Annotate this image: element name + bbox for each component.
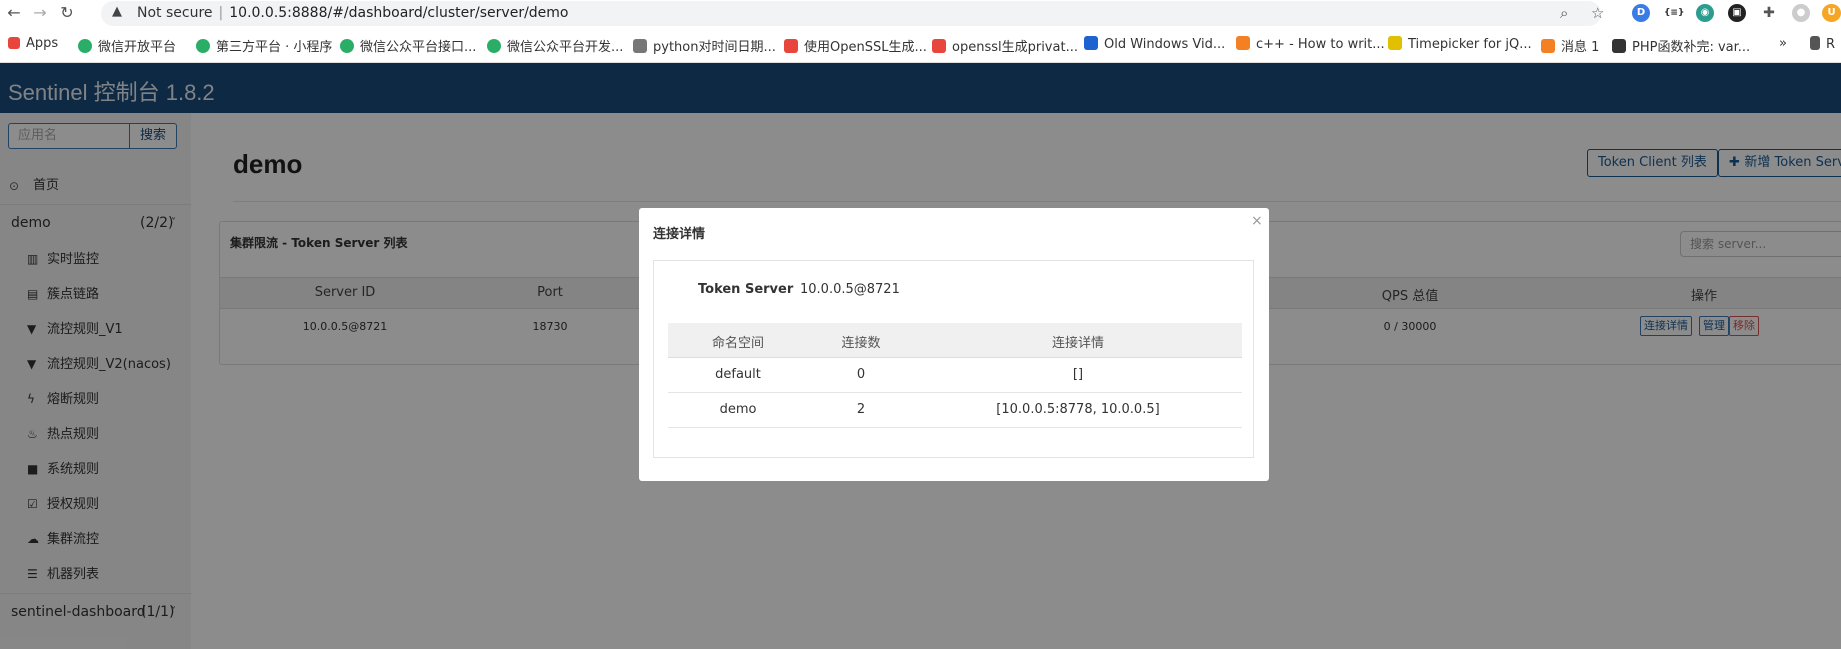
wechat-icon <box>196 39 210 53</box>
csdn-icon <box>784 39 798 53</box>
namespace-cell: demo <box>719 402 757 417</box>
message-icon <box>1541 39 1555 53</box>
python-doc-icon <box>633 39 647 53</box>
update-badge-icon[interactable]: U <box>1822 4 1841 22</box>
reading-list-item[interactable]: R <box>1810 36 1835 52</box>
table-header: 命名空间 连接数 连接详情 <box>668 323 1242 358</box>
bookmark-item[interactable]: Old Windows Vid... <box>1084 36 1225 52</box>
php-doc-icon <box>1612 39 1626 53</box>
bookmark-item[interactable]: openssl生成privat... <box>932 36 1078 55</box>
bookmark-item[interactable]: 微信公众平台开发... <box>487 36 623 55</box>
dropbox-icon <box>1084 36 1098 50</box>
url-text: 10.0.0.5:8888/#/dashboard/cluster/server… <box>229 5 569 21</box>
bookmark-item[interactable]: 微信开放平台 <box>78 36 176 55</box>
connection-table: 命名空间 连接数 连接详情 default 0 [] demo 2 [10.0.… <box>668 323 1242 428</box>
bookmark-item[interactable]: c++ - How to writ... <box>1236 36 1385 52</box>
wechat-icon <box>340 39 354 53</box>
table-row: default 0 [] <box>668 358 1242 393</box>
puzzle-icon[interactable]: ✚ <box>1760 4 1778 22</box>
wechat-icon <box>78 39 92 53</box>
profile-icon[interactable]: ● <box>1792 4 1810 22</box>
browser-toolbar: ← → ↻ ▲ Not secure | 10.0.0.5:8888/#/dashb… <box>0 0 1841 27</box>
count-cell: 0 <box>856 367 866 382</box>
detail-cell: [] <box>1072 367 1084 382</box>
column-header: 命名空间 <box>711 336 765 351</box>
bookmark-item[interactable]: 使用OpenSSL生成... <box>784 36 927 55</box>
bookmarks-overflow-icon[interactable]: » <box>1779 36 1787 51</box>
refresh-green-icon <box>487 39 501 53</box>
warning-icon: ▲ <box>112 4 122 19</box>
bookmarks-bar: Apps 微信开放平台 第三方平台 · 小程序 微信公众平台接口... 微信公众… <box>0 27 1841 63</box>
star-icon[interactable]: ☆ <box>1591 4 1604 22</box>
token-server-value: 10.0.0.5@8721 <box>800 282 900 297</box>
modal-body: Token Server 10.0.0.5@8721 命名空间 连接数 连接详情… <box>653 260 1254 458</box>
bookmark-item[interactable]: python对时间日期... <box>633 36 776 55</box>
close-icon[interactable]: × <box>1251 213 1263 229</box>
modal-title: 连接详情 <box>653 227 706 242</box>
extension-d-icon[interactable]: D <box>1632 4 1650 22</box>
reading-list-icon <box>1810 36 1820 50</box>
dark-extension-icon[interactable]: ▣ <box>1728 4 1746 22</box>
namespace-cell: default <box>715 367 761 382</box>
bookmark-apps[interactable]: Apps <box>8 36 58 51</box>
reload-icon[interactable]: ↻ <box>57 3 77 23</box>
bookmark-item[interactable]: 第三方平台 · 小程序 <box>196 36 332 55</box>
security-label: Not secure <box>137 5 213 21</box>
forward-arrow-icon[interactable]: → <box>30 3 50 23</box>
count-cell: 2 <box>856 402 866 417</box>
address-text[interactable]: Not secure | 10.0.0.5:8888/#/dashboard/clu… <box>137 5 569 21</box>
token-server-label: Token Server <box>698 282 794 297</box>
connection-detail-modal: 连接详情 × Token Server 10.0.0.5@8721 命名空间 连… <box>639 208 1269 481</box>
bookmark-item[interactable]: 消息 1 <box>1541 36 1599 55</box>
table-row: demo 2 [10.0.0.5:8778, 10.0.0.5] <box>668 393 1242 428</box>
jquery-icon <box>1388 36 1402 50</box>
json-extension-icon[interactable]: {≡} <box>1664 4 1684 22</box>
bookmark-item[interactable]: Timepicker for jQ... <box>1388 36 1532 52</box>
stackoverflow-icon <box>1236 36 1250 50</box>
zoom-icon[interactable]: ⌕ <box>1560 4 1568 22</box>
bookmark-item[interactable]: PHP函数补完: var... <box>1612 36 1750 55</box>
detail-cell: [10.0.0.5:8778, 10.0.0.5] <box>996 402 1160 417</box>
apps-grid-icon <box>8 37 20 49</box>
globe-extension-icon[interactable]: ◉ <box>1696 4 1714 22</box>
bookmark-item[interactable]: 微信公众平台接口... <box>340 36 476 55</box>
back-arrow-icon[interactable]: ← <box>4 3 24 23</box>
csdn-icon <box>932 39 946 53</box>
column-header: 连接详情 <box>1051 336 1105 351</box>
column-header: 连接数 <box>841 336 881 351</box>
